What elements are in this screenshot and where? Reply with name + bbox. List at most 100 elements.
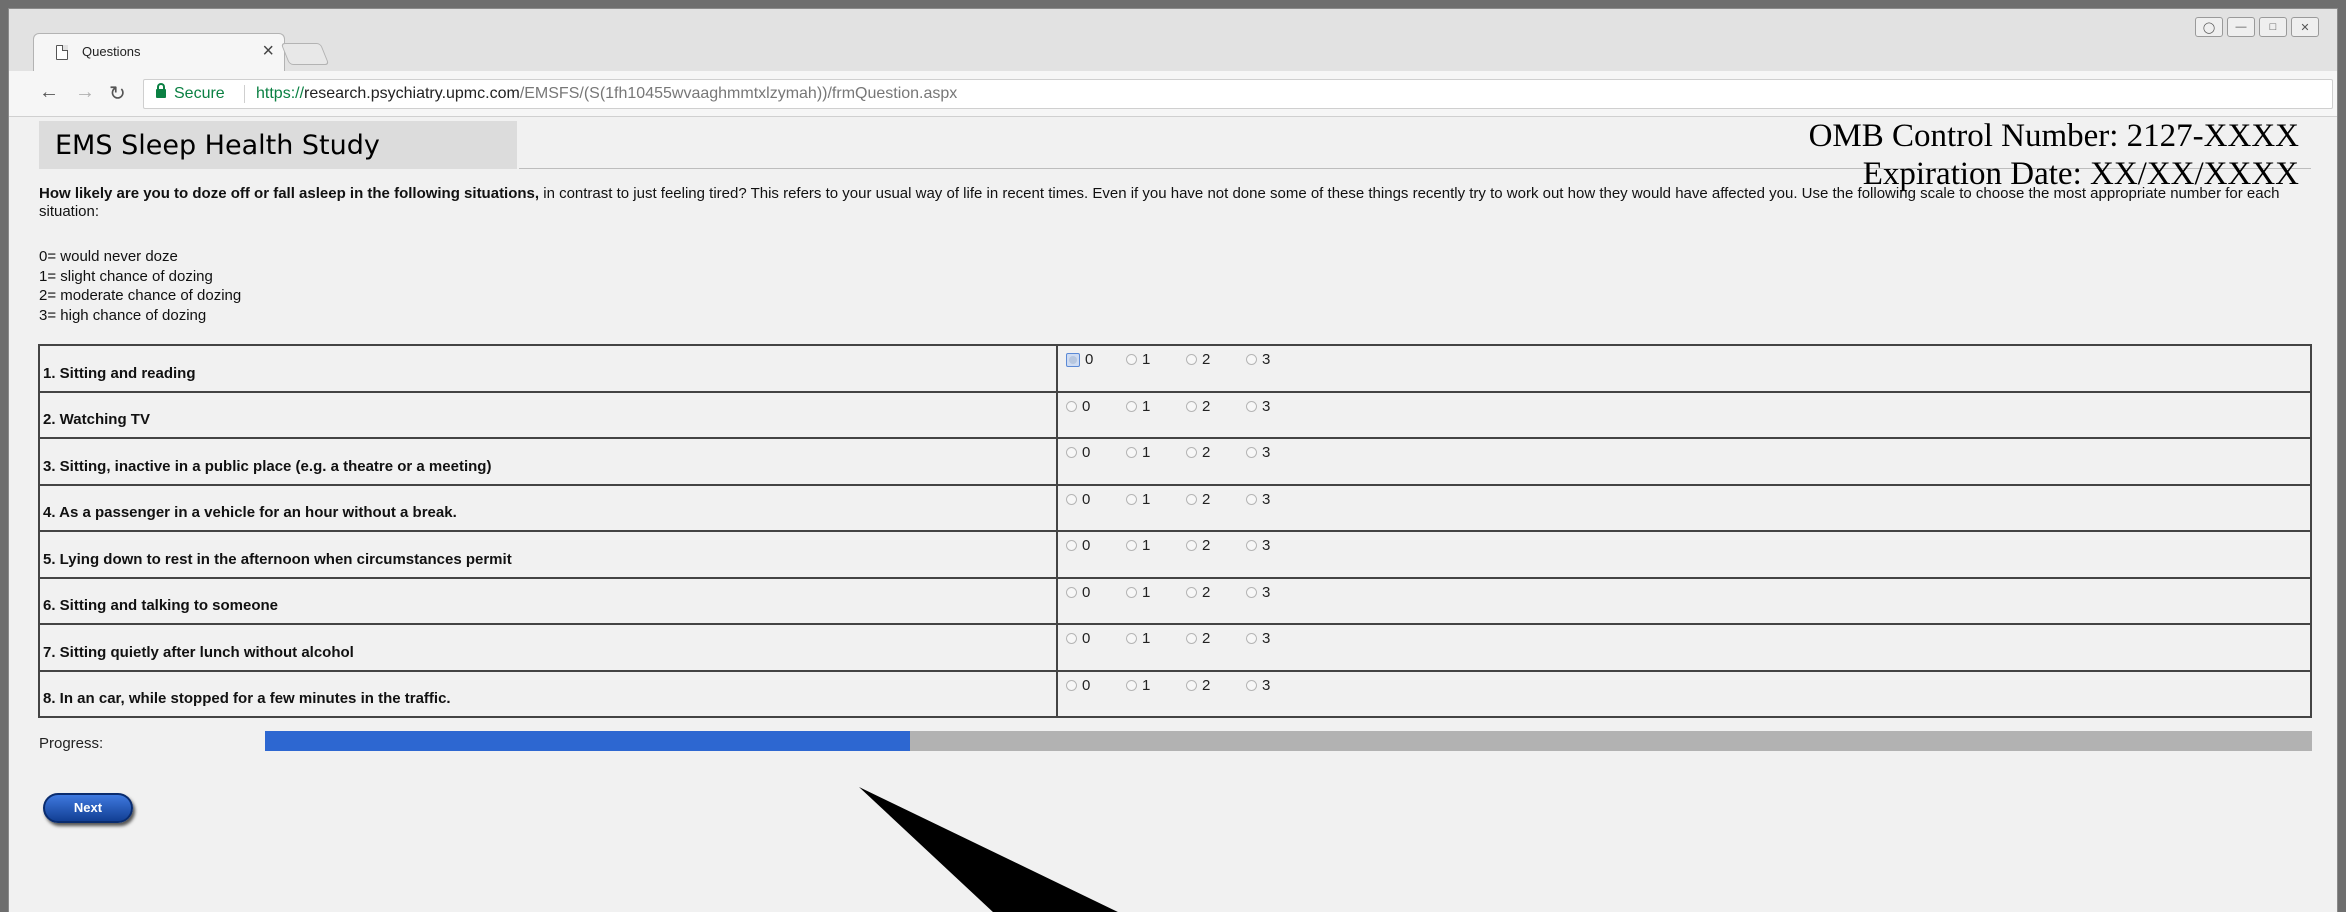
radio-button[interactable] — [1066, 447, 1077, 458]
answer-option-3[interactable]: 3 — [1246, 584, 1306, 601]
lock-icon — [156, 83, 166, 98]
radio-button[interactable] — [1246, 586, 1257, 598]
answer-option-3[interactable]: 3 — [1246, 351, 1306, 368]
answer-options: 0 1 2 3 — [1056, 483, 2312, 532]
radio-button[interactable] — [1186, 540, 1197, 551]
radio-button[interactable] — [1246, 400, 1257, 412]
answer-option-1[interactable]: 1 — [1126, 630, 1186, 647]
tab-strip: Questions × ◯ — □ ✕ — [9, 9, 2337, 71]
radio-button[interactable] — [1126, 633, 1137, 644]
answer-option-2[interactable]: 2 — [1186, 351, 1246, 368]
answer-option-3[interactable]: 3 — [1246, 398, 1306, 415]
radio-button[interactable] — [1246, 447, 1257, 458]
option-label: 1 — [1142, 351, 1151, 368]
answer-option-3[interactable]: 3 — [1246, 444, 1306, 461]
radio-button[interactable] — [1186, 447, 1197, 458]
radio-button[interactable] — [1246, 633, 1257, 644]
radio-button[interactable] — [1186, 400, 1197, 412]
answer-option-0[interactable]: 0 — [1066, 584, 1126, 601]
answer-option-0[interactable]: 0 — [1066, 398, 1126, 415]
radio-button[interactable] — [1066, 493, 1077, 505]
answer-option-3[interactable]: 3 — [1246, 677, 1306, 694]
radio-button[interactable] — [1066, 679, 1077, 691]
question-label: 8. In an car, while stopped for a few mi… — [38, 669, 1058, 718]
radio-button[interactable] — [1066, 586, 1077, 598]
radio-button[interactable] — [1126, 586, 1137, 598]
radio-button[interactable] — [1066, 540, 1077, 551]
answer-option-3[interactable]: 3 — [1246, 537, 1306, 554]
radio-button[interactable] — [1246, 354, 1257, 365]
scale-item: 0= would never doze — [39, 248, 178, 265]
radio-button[interactable] — [1186, 633, 1197, 644]
profile-icon[interactable]: ◯ — [2195, 17, 2223, 37]
radio-button[interactable] — [1186, 493, 1197, 505]
radio-button[interactable] — [1186, 679, 1197, 691]
next-button[interactable]: Next — [43, 793, 133, 823]
radio-button[interactable] — [1246, 540, 1257, 551]
option-label: 2 — [1202, 676, 1211, 694]
radio-button[interactable] — [1126, 447, 1137, 458]
question-row: 3. Sitting, inactive in a public place (… — [38, 437, 2312, 486]
answer-option-2[interactable]: 2 — [1186, 444, 1246, 461]
answer-option-2[interactable]: 2 — [1186, 677, 1246, 694]
radio-button[interactable] — [1246, 679, 1257, 691]
close-window-icon[interactable]: ✕ — [2291, 17, 2319, 37]
new-tab-button[interactable] — [280, 43, 330, 65]
question-label: 2. Watching TV — [38, 390, 1058, 439]
answer-option-0[interactable]: 0 — [1066, 630, 1126, 647]
close-tab-icon[interactable]: × — [262, 39, 274, 63]
radio-button[interactable] — [1126, 540, 1137, 551]
radio-button[interactable] — [1126, 400, 1137, 412]
back-arrow-icon[interactable]: ← — [39, 81, 59, 104]
option-label: 1 — [1142, 630, 1151, 647]
radio-button[interactable] — [1066, 352, 1080, 367]
minimize-icon[interactable]: — — [2227, 17, 2255, 37]
option-label: 1 — [1142, 397, 1151, 415]
answer-option-1[interactable]: 1 — [1126, 584, 1186, 601]
radio-button[interactable] — [1126, 679, 1137, 691]
answer-options: 0 1 2 3 — [1056, 437, 2312, 486]
answer-option-0[interactable]: 0 — [1066, 537, 1126, 554]
reload-icon[interactable]: ↻ — [109, 81, 126, 106]
answer-option-0[interactable]: 0 — [1066, 677, 1126, 694]
answer-option-3[interactable]: 3 — [1246, 491, 1306, 508]
scale-item: 2= moderate chance of dozing — [39, 287, 242, 304]
radio-button[interactable] — [1066, 400, 1077, 412]
document-icon — [56, 45, 68, 60]
answer-options: 0 1 2 3 — [1056, 390, 2312, 439]
answer-option-0[interactable]: 0 — [1066, 351, 1126, 368]
answer-option-1[interactable]: 1 — [1126, 677, 1186, 694]
answer-option-2[interactable]: 2 — [1186, 398, 1246, 415]
radio-button[interactable] — [1126, 493, 1137, 505]
answer-option-1[interactable]: 1 — [1126, 351, 1186, 368]
tab-questions[interactable]: Questions × — [33, 33, 285, 71]
answer-options: 0 1 2 3 — [1056, 576, 2312, 625]
radio-button[interactable] — [1246, 493, 1257, 505]
answer-option-0[interactable]: 0 — [1066, 491, 1126, 508]
option-label: 3 — [1262, 676, 1271, 694]
answer-option-1[interactable]: 1 — [1126, 444, 1186, 461]
answer-option-0[interactable]: 0 — [1066, 444, 1126, 461]
radio-button[interactable] — [1186, 354, 1197, 365]
question-row: 7. Sitting quietly after lunch without a… — [38, 623, 2312, 672]
radio-button[interactable] — [1066, 633, 1077, 644]
answer-option-2[interactable]: 2 — [1186, 584, 1246, 601]
progress-label: Progress: — [39, 735, 104, 752]
answer-option-3[interactable]: 3 — [1246, 630, 1306, 647]
question-row: 1. Sitting and reading 0 1 2 3 — [38, 344, 2312, 393]
question-label: 6. Sitting and talking to someone — [38, 576, 1058, 625]
radio-button[interactable] — [1126, 354, 1137, 365]
answer-option-1[interactable]: 1 — [1126, 398, 1186, 415]
option-label: 2 — [1202, 583, 1211, 601]
forward-arrow-icon[interactable]: → — [75, 81, 95, 104]
maximize-icon[interactable]: □ — [2259, 17, 2287, 37]
answer-option-2[interactable]: 2 — [1186, 537, 1246, 554]
answer-option-1[interactable]: 1 — [1126, 491, 1186, 508]
radio-button[interactable] — [1186, 586, 1197, 598]
question-label: 5. Lying down to rest in the afternoon w… — [38, 530, 1058, 579]
address-bar[interactable]: Secure https://research.psychiatry.upmc.… — [143, 79, 2333, 109]
answer-option-1[interactable]: 1 — [1126, 537, 1186, 554]
answer-option-2[interactable]: 2 — [1186, 630, 1246, 647]
option-label: 2 — [1202, 351, 1211, 368]
answer-option-2[interactable]: 2 — [1186, 491, 1246, 508]
